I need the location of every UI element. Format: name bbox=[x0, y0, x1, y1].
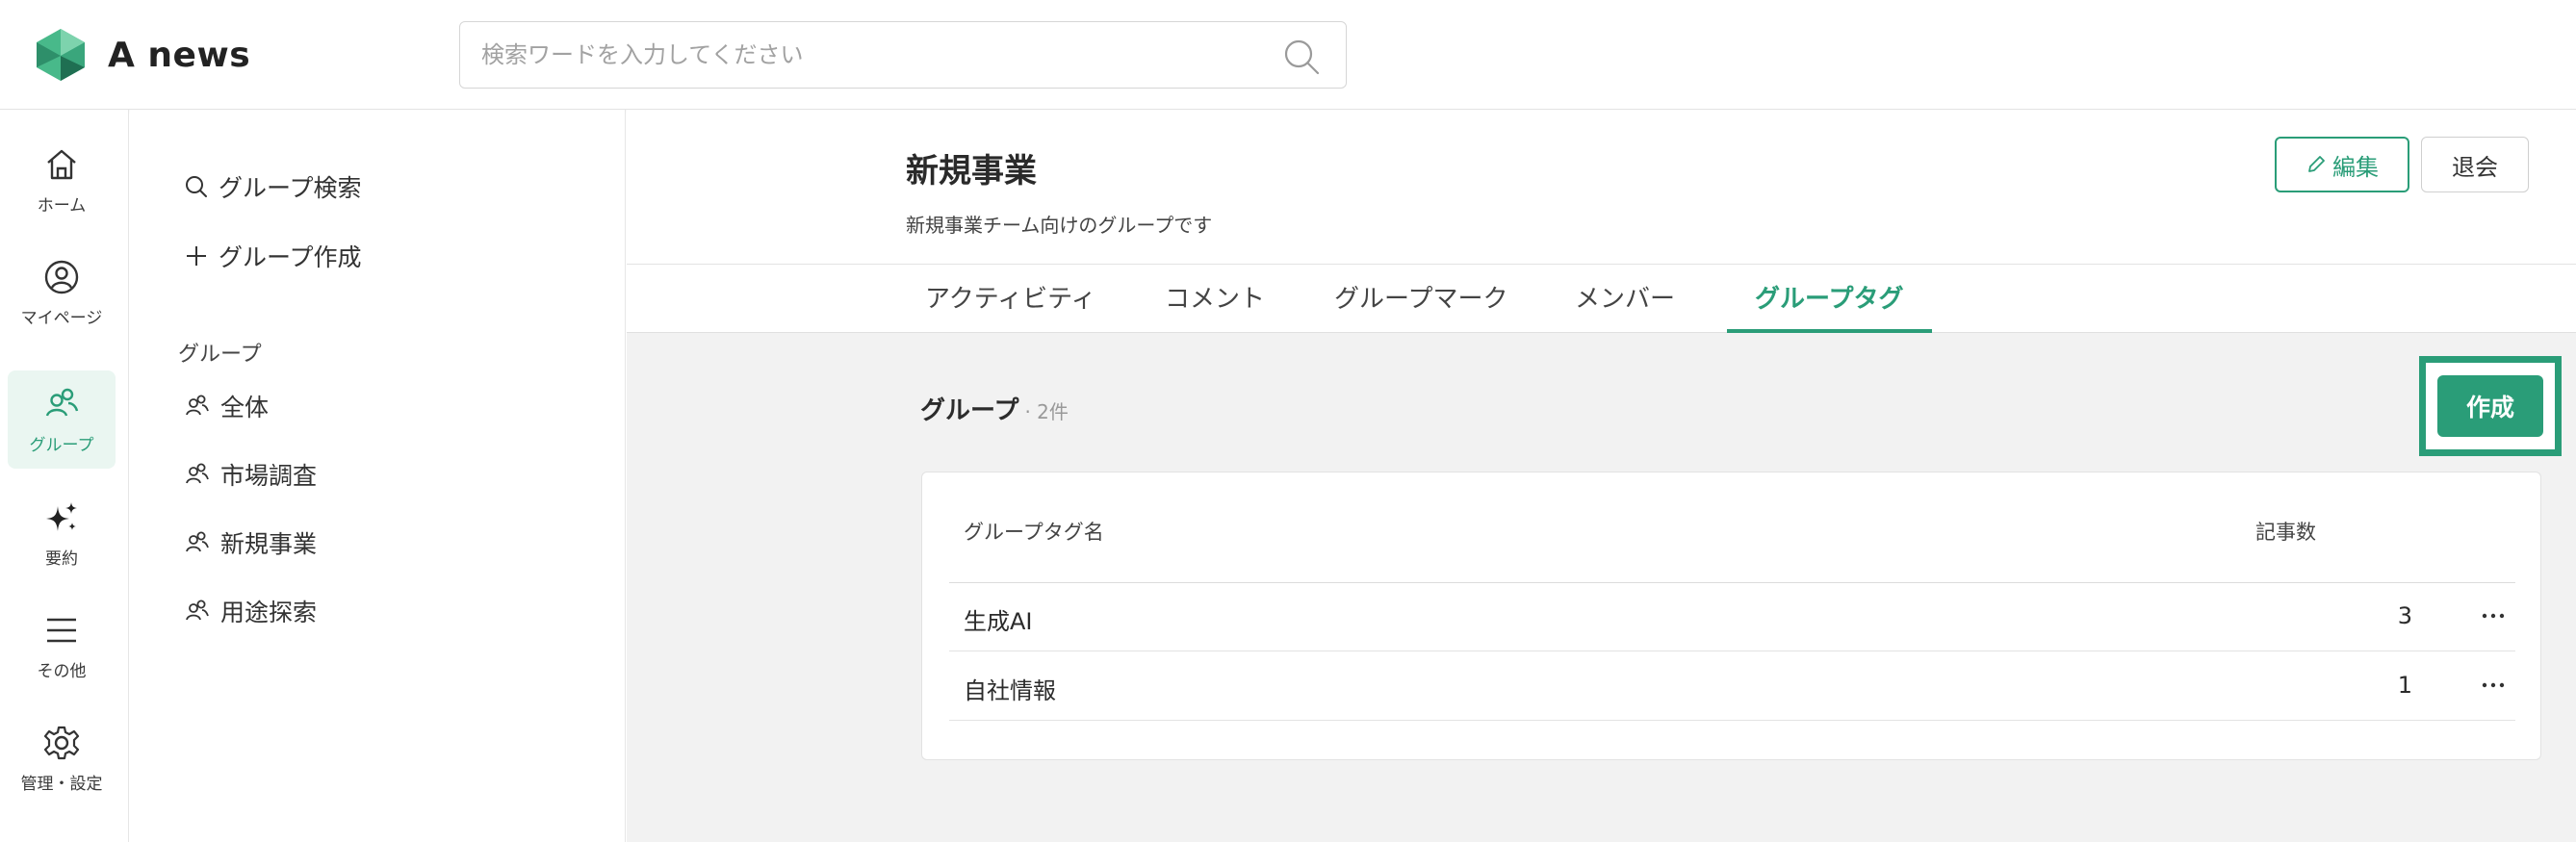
tab-members[interactable]: メンバー bbox=[1575, 279, 1675, 315]
tabs-divider bbox=[627, 264, 2576, 265]
group-header: 新規事業 新規事業チーム向けのグループです 編集 退会 アクティビティ コメント… bbox=[627, 110, 2576, 333]
search-icon[interactable] bbox=[1282, 38, 1321, 76]
group-icon bbox=[186, 531, 209, 552]
app-name: A news bbox=[108, 35, 251, 75]
rail-item-group[interactable]: グループ bbox=[8, 370, 116, 469]
rail-item-settings[interactable]: 管理・設定 bbox=[8, 709, 116, 807]
group-description: 新規事業チーム向けのグループです bbox=[906, 214, 1213, 237]
group-item-new-business[interactable]: 新規事業 bbox=[184, 525, 317, 560]
rail-label: 要約 bbox=[45, 549, 78, 569]
group-icon bbox=[45, 388, 79, 417]
group-create-link[interactable]: グループ作成 bbox=[184, 239, 362, 273]
main-content: 新規事業 新規事業チーム向けのグループです 編集 退会 アクティビティ コメント… bbox=[627, 110, 2576, 842]
group-icon bbox=[186, 600, 209, 621]
rail-label: マイページ bbox=[20, 308, 103, 328]
section-title: グループ bbox=[920, 396, 1019, 425]
tab-group-tags[interactable]: グループタグ bbox=[1755, 279, 1903, 315]
create-button[interactable]: 作成 bbox=[2437, 375, 2543, 437]
tab-comments[interactable]: コメント bbox=[1165, 279, 1265, 315]
more-options-icon[interactable] bbox=[2480, 604, 2507, 627]
sparkle-icon bbox=[46, 501, 77, 531]
active-tab-indicator bbox=[1727, 329, 1932, 333]
rail-label: グループ bbox=[29, 435, 94, 455]
group-title: 新規事業 bbox=[906, 152, 1037, 191]
table-row[interactable]: 自社情報 1 bbox=[949, 652, 2515, 721]
tag-article-count: 3 bbox=[2397, 602, 2412, 629]
logo-mark-icon bbox=[37, 29, 85, 81]
group-search-link[interactable]: グループ検索 bbox=[184, 169, 362, 204]
group-sidebar: グループ検索 グループ作成 グループ 全体 市場調査 新規事業 用途探索 bbox=[130, 110, 626, 842]
pencil-icon bbox=[2308, 156, 2325, 172]
group-item-market-research[interactable]: 市場調査 bbox=[184, 457, 317, 492]
rail-item-home[interactable]: ホーム bbox=[8, 131, 116, 229]
tag-name: 生成AI bbox=[964, 608, 1033, 635]
create-button-highlight: 作成 bbox=[2419, 356, 2562, 456]
tab-activity[interactable]: アクティビティ bbox=[925, 279, 1096, 315]
group-item-label: 新規事業 bbox=[220, 530, 318, 558]
more-options-icon[interactable] bbox=[2480, 674, 2507, 697]
edit-button[interactable]: 編集 bbox=[2275, 137, 2409, 192]
search-box[interactable] bbox=[459, 21, 1347, 89]
leave-button[interactable]: 退会 bbox=[2421, 137, 2529, 192]
tag-article-count: 1 bbox=[2397, 672, 2412, 699]
gear-icon bbox=[43, 726, 80, 759]
rail-label: 管理・設定 bbox=[20, 774, 103, 794]
group-item-all[interactable]: 全体 bbox=[184, 389, 269, 423]
column-header-name: グループタグ名 bbox=[964, 521, 1104, 544]
group-item-use-exploration[interactable]: 用途探索 bbox=[184, 594, 317, 628]
edit-button-label: 編集 bbox=[2332, 153, 2379, 181]
nav-rail: ホーム マイページ グループ 要約 その他 管理・設定 bbox=[0, 110, 129, 842]
rail-label: その他 bbox=[37, 661, 87, 681]
rail-item-other[interactable]: その他 bbox=[8, 597, 116, 695]
search-input[interactable] bbox=[481, 22, 1271, 88]
tag-name: 自社情報 bbox=[964, 677, 1056, 704]
group-create-label: グループ作成 bbox=[219, 243, 362, 271]
group-icon bbox=[186, 463, 209, 484]
group-item-label: 全体 bbox=[220, 394, 270, 421]
rail-item-mypage[interactable]: マイページ bbox=[8, 243, 116, 342]
user-circle-icon bbox=[44, 260, 79, 293]
menu-icon bbox=[47, 618, 76, 642]
rail-label: ホーム bbox=[37, 195, 87, 216]
tag-table: グループタグ名 記事数 生成AI 3 自社情報 1 bbox=[921, 472, 2541, 760]
home-icon bbox=[47, 149, 76, 179]
group-icon bbox=[186, 395, 209, 416]
rail-item-summary[interactable]: 要約 bbox=[8, 484, 116, 582]
section-count: · 2件 bbox=[1024, 400, 1069, 423]
top-header: A news bbox=[0, 0, 2576, 110]
group-search-label: グループ検索 bbox=[219, 174, 362, 202]
table-row[interactable]: 生成AI 3 bbox=[949, 583, 2515, 651]
group-item-label: 市場調査 bbox=[220, 462, 318, 490]
app-logo[interactable]: A news bbox=[33, 27, 250, 83]
section-header: グループ · 2件 bbox=[920, 391, 1069, 426]
plus-icon bbox=[187, 246, 206, 266]
tab-group-mark[interactable]: グループマーク bbox=[1334, 279, 1507, 315]
group-item-label: 用途探索 bbox=[220, 599, 318, 626]
search-icon bbox=[186, 176, 207, 197]
column-header-count: 記事数 bbox=[2255, 521, 2316, 544]
group-section-label: グループ bbox=[178, 343, 262, 367]
